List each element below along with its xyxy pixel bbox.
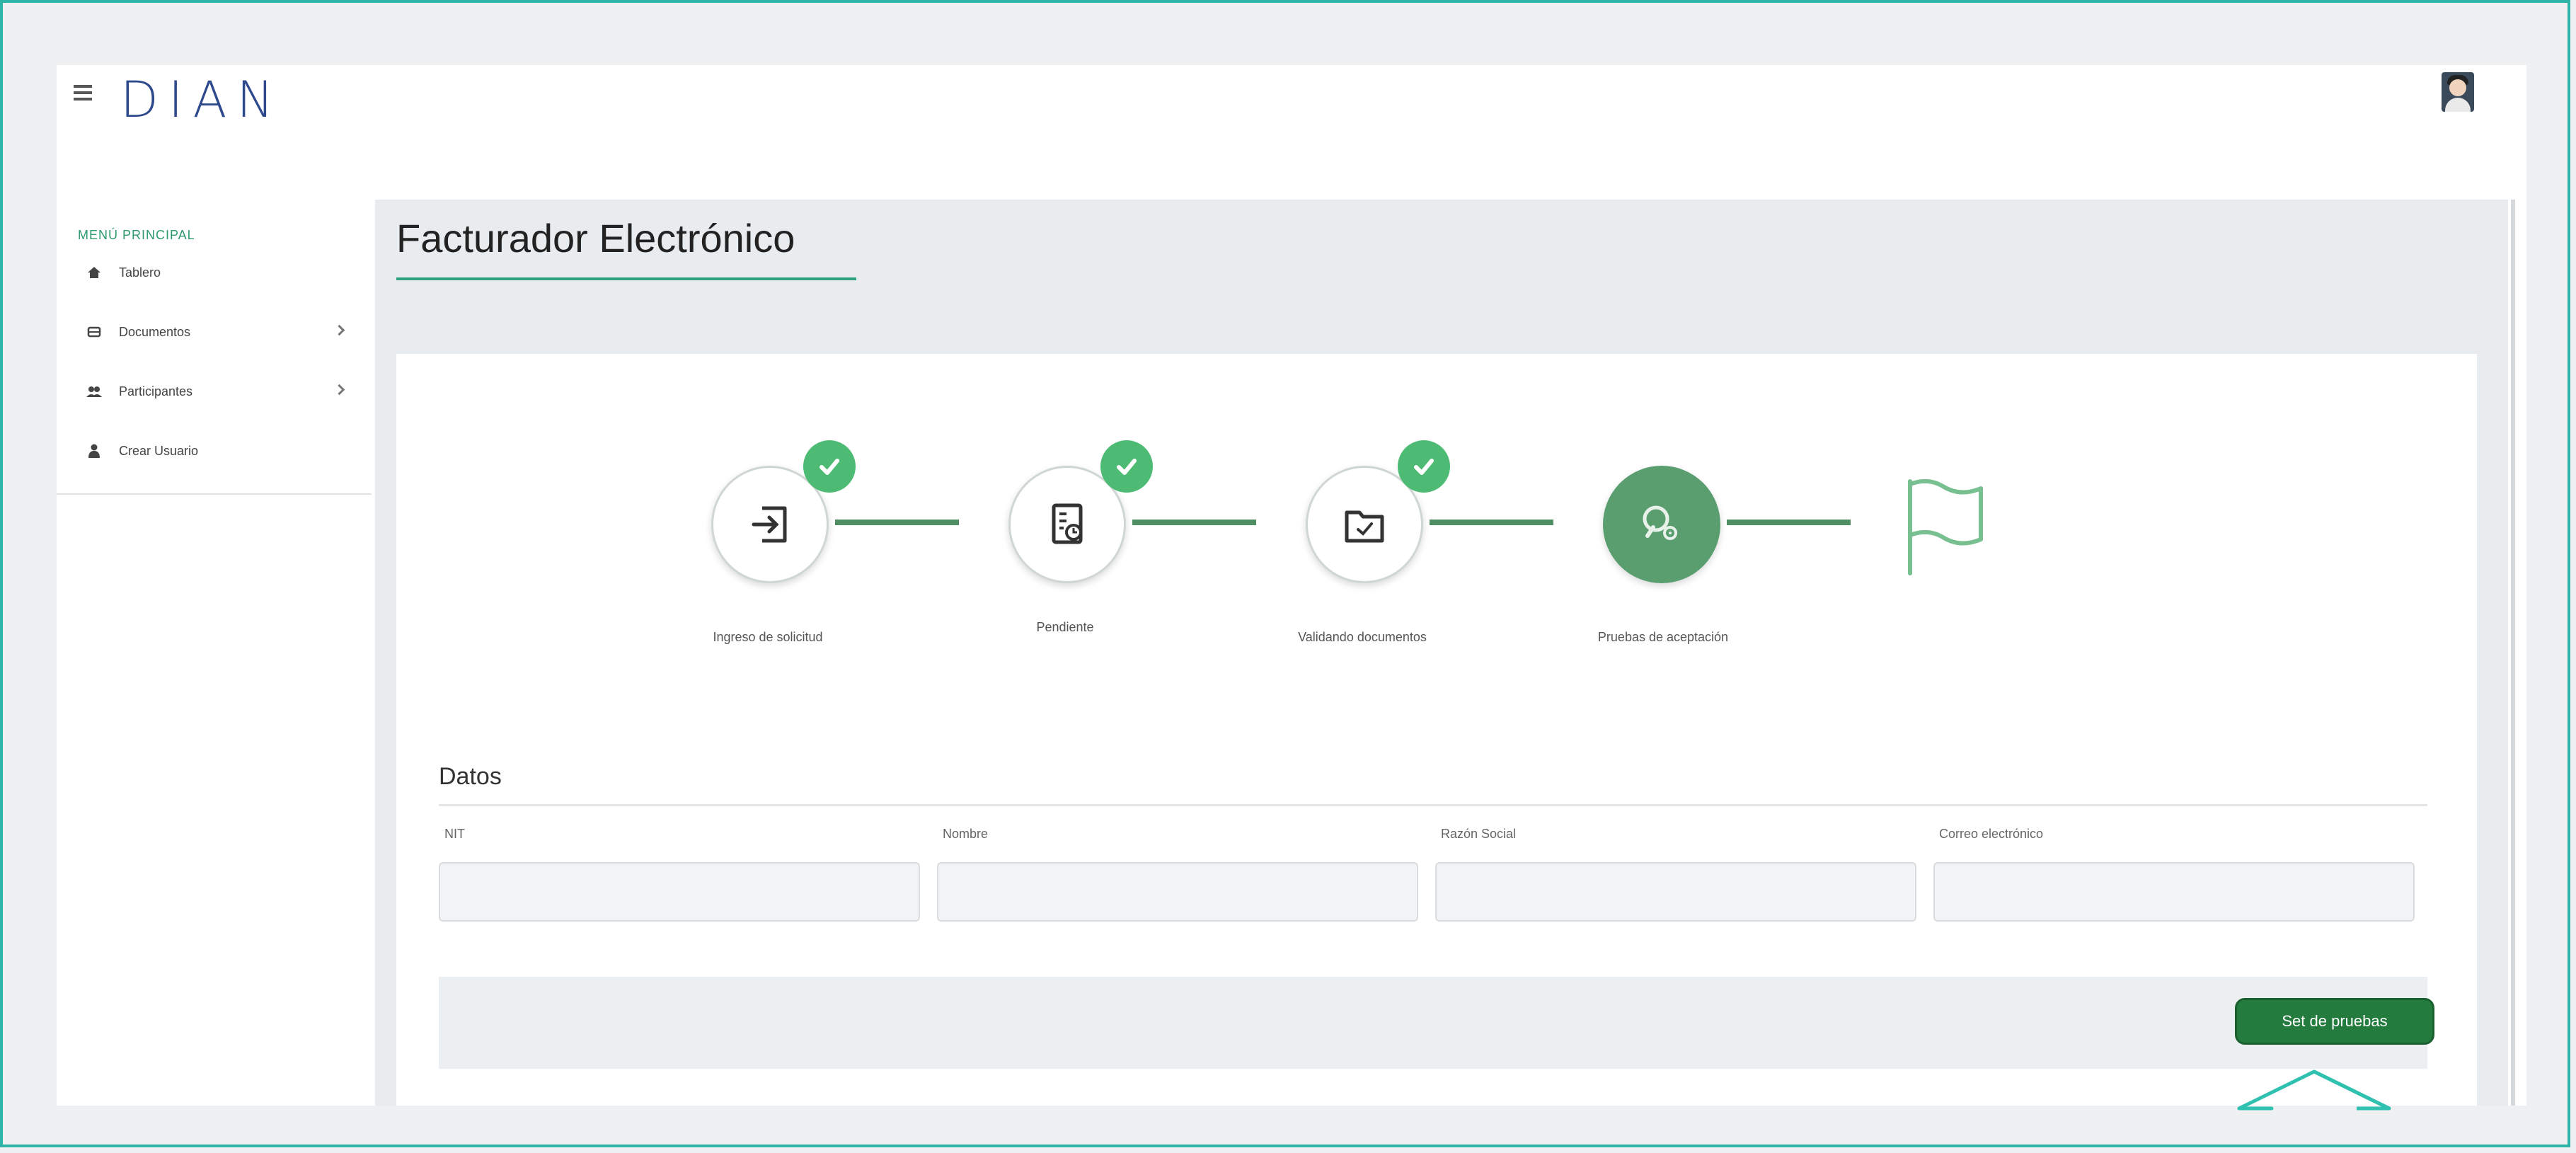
sidebar: MENÚ PRINCIPAL Tablero Documentos Partic…	[57, 200, 372, 1106]
check-icon	[1398, 440, 1450, 493]
step-label: Pendiente	[1036, 620, 1094, 634]
check-icon	[803, 440, 856, 493]
dian-logo[interactable]: DIAN	[120, 71, 284, 129]
content-card: Ingreso de solicitud Pendiente Validando…	[396, 354, 2477, 1111]
sidebar-item-participantes[interactable]: Participantes	[57, 362, 372, 421]
step-connector	[1727, 520, 1851, 525]
sidebar-item-documentos[interactable]: Documentos	[57, 302, 372, 362]
step-connector	[835, 520, 959, 525]
field-label-correo: Correo electrónico	[1939, 827, 2044, 841]
step-connector	[1132, 520, 1256, 525]
folder-check-icon	[1345, 510, 1384, 543]
step-connector	[1430, 520, 1553, 525]
sidebar-menu: MENÚ PRINCIPAL Tablero Documentos Partic…	[57, 200, 372, 495]
sidebar-item-tablero[interactable]: Tablero	[57, 243, 372, 302]
field-label-nit: NIT	[444, 827, 465, 841]
nombre-field[interactable]	[937, 862, 1418, 922]
sidebar-item-label: Crear Usuario	[119, 443, 199, 458]
flag-icon	[1900, 474, 1992, 584]
users-icon	[85, 382, 103, 401]
check-icon	[1100, 440, 1153, 493]
section-title-datos: Datos	[439, 763, 502, 790]
step-pruebas-circle	[1603, 466, 1720, 583]
set-de-pruebas-button[interactable]: Set de pruebas	[2235, 998, 2434, 1045]
sidebar-item-label: Participantes	[119, 384, 193, 398]
top-header: DIAN	[57, 65, 2526, 200]
sidebar-item-label: Tablero	[119, 265, 161, 280]
main-content: Facturador Electrónico Ingreso de solici…	[375, 200, 2515, 1111]
user-add-icon	[85, 442, 103, 460]
search-settings-icon	[1643, 505, 1677, 540]
razon-social-field[interactable]	[1435, 862, 1916, 922]
chevron-right-icon	[333, 384, 345, 396]
email-field[interactable]	[1933, 862, 2415, 922]
progress-stepper: Ingreso de solicitud Pendiente Validando…	[396, 354, 2477, 644]
home-icon	[85, 263, 103, 282]
nit-field[interactable]	[439, 862, 920, 922]
arrow-up-icon	[2222, 1069, 2406, 1115]
chevron-right-icon	[333, 324, 345, 336]
step-label: Validando documentos	[1298, 630, 1427, 644]
section-divider	[439, 804, 2427, 806]
title-underline	[396, 277, 856, 280]
pending-document-icon	[1052, 503, 1083, 544]
sidebar-item-crear-usuario[interactable]: Crear Usuario	[57, 421, 372, 481]
user-avatar[interactable]	[2442, 72, 2474, 112]
sidebar-item-label: Documentos	[119, 324, 191, 339]
page-title: Facturador Electrónico	[396, 216, 795, 260]
login-icon	[752, 506, 787, 543]
scrollbar[interactable]	[2511, 200, 2515, 1106]
field-label-nombre: Nombre	[943, 827, 989, 841]
step-label: Ingreso de solicitud	[713, 630, 823, 644]
sidebar-title: MENÚ PRINCIPAL	[78, 228, 195, 242]
menu-icon[interactable]	[74, 85, 92, 101]
step-label: Pruebas de aceptación	[1597, 630, 1729, 644]
app-window: DIAN MENÚ PRINCIPAL Tablero Documentos P…	[57, 65, 2526, 1111]
document-icon	[85, 323, 103, 341]
action-bar: Set de pruebas	[439, 977, 2434, 1069]
field-label-razon-social: Razón Social	[1441, 827, 1517, 841]
